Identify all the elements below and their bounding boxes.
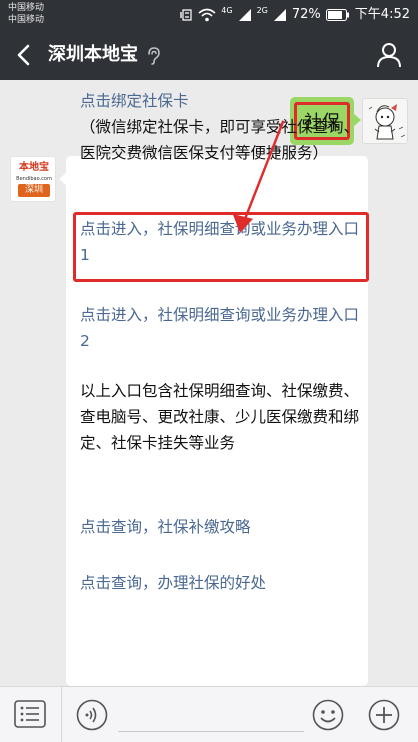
network-label-1: 4G bbox=[221, 6, 233, 15]
page-title: 深圳本地宝 bbox=[48, 44, 138, 65]
clock: 下午4:52 bbox=[354, 7, 410, 22]
link-back-payment-guide[interactable]: 点击查询，社保补缴攻略 bbox=[80, 514, 362, 540]
voice-icon[interactable] bbox=[76, 699, 108, 731]
message-bind-description: （微信绑定社保卡，即可享受社保查询、医院交费微信医保支付等便捷服务） bbox=[80, 118, 360, 162]
toolbar-divider bbox=[61, 687, 62, 742]
carrier-label-2: 中国移动 bbox=[8, 15, 45, 25]
person-icon[interactable] bbox=[376, 42, 402, 68]
battery-icon bbox=[325, 9, 350, 21]
message-input[interactable] bbox=[118, 731, 304, 732]
nav-bar: 深圳本地宝 bbox=[0, 30, 418, 80]
logo-brand-text: 本地宝 bbox=[19, 162, 49, 173]
wechat-chat-screen: 中国移动 中国移动 4G 2G 72% 下午4:52 深圳本地宝 社保 本地宝 … bbox=[0, 0, 418, 742]
bot-avatar[interactable]: 本地宝 Bendibao.com 深圳 bbox=[10, 156, 56, 202]
link-query-entry-2[interactable]: 点击进入，社保明细查询或业务办理入口2 bbox=[80, 302, 362, 354]
ear-icon bbox=[146, 47, 162, 65]
avatar[interactable] bbox=[362, 98, 408, 144]
mute-icon bbox=[179, 8, 193, 22]
battery-percent: 72% bbox=[291, 7, 321, 22]
logo-site-text: Bendibao.com bbox=[16, 176, 52, 182]
highlight-box-entry-1 bbox=[73, 212, 369, 282]
menu-list-icon[interactable] bbox=[14, 700, 46, 730]
status-icons: 4G 2G 72% 下午4:52 bbox=[179, 6, 410, 24]
logo-city-text: 深圳 bbox=[18, 184, 50, 197]
link-social-security-benefits[interactable]: 点击查询，办理社保的好处 bbox=[80, 570, 362, 596]
link-bind-social-security-card[interactable]: 点击绑定社保卡 bbox=[80, 88, 362, 114]
status-bar: 中国移动 中国移动 4G 2G 72% 下午4:52 bbox=[0, 0, 418, 30]
plus-icon[interactable] bbox=[368, 699, 400, 731]
wifi-icon bbox=[198, 8, 216, 22]
message-entry-description: 以上入口包含社保明细查询、社保缴费、查电脑号、更改社康、少儿医保缴费和绑定、社保… bbox=[80, 382, 360, 452]
input-toolbar bbox=[0, 686, 418, 742]
chevron-left-icon[interactable] bbox=[10, 41, 38, 69]
carrier-label-1: 中国移动 bbox=[8, 3, 45, 13]
network-label-2: 2G bbox=[256, 6, 268, 15]
smiley-icon[interactable] bbox=[312, 699, 344, 731]
signal-icon-1 bbox=[238, 8, 252, 22]
signal-icon-2 bbox=[273, 8, 287, 22]
